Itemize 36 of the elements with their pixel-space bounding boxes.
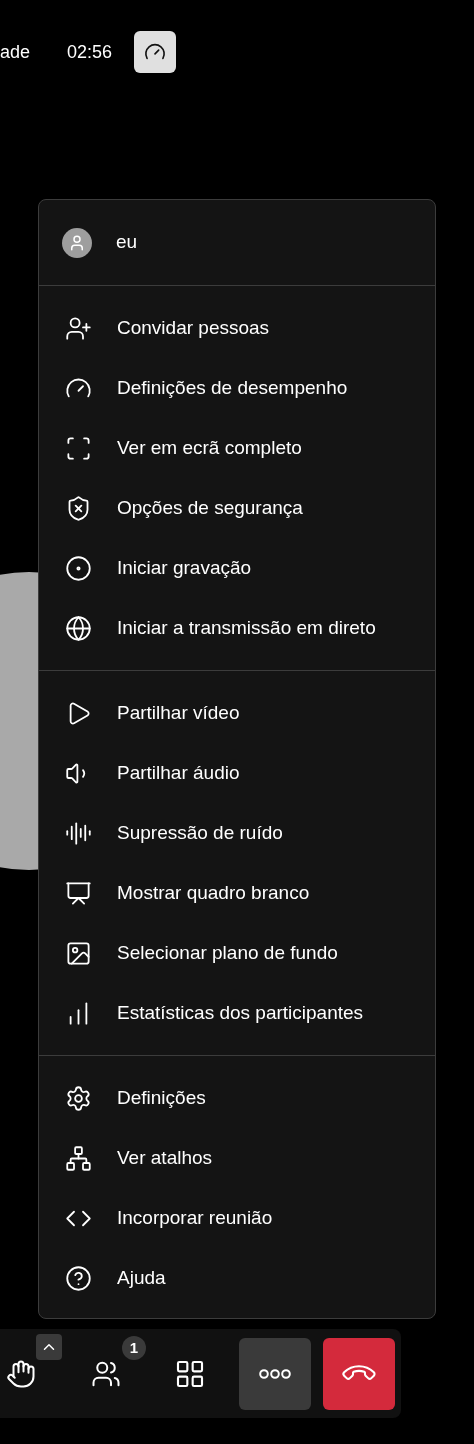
- menu-item[interactable]: Iniciar gravação: [39, 538, 435, 598]
- menu-item[interactable]: Mostrar quadro branco: [39, 863, 435, 923]
- menu-item[interactable]: Estatísticas dos participantes: [39, 983, 435, 1043]
- menu-item[interactable]: Definições de desempenho: [39, 358, 435, 418]
- status-label: ade: [0, 40, 32, 64]
- menu-item[interactable]: Ajuda: [39, 1248, 435, 1308]
- more-button[interactable]: [239, 1337, 311, 1410]
- settings-icon: [64, 1084, 92, 1112]
- shortcuts-icon: [64, 1144, 92, 1172]
- whiteboard-icon: [64, 879, 92, 907]
- hand-icon: [6, 1358, 36, 1389]
- performance-button[interactable]: [134, 31, 177, 73]
- menu-item[interactable]: Opções de segurança: [39, 478, 435, 538]
- menu-item[interactable]: Partilhar áudio: [39, 743, 435, 803]
- menu-item[interactable]: Ver atalhos: [39, 1128, 435, 1188]
- user-name: eu: [116, 230, 138, 255]
- user-row[interactable]: eu: [39, 200, 435, 285]
- menu-item[interactable]: Convidar pessoas: [39, 298, 435, 358]
- image-icon: [64, 939, 92, 967]
- globe-icon: [64, 614, 92, 642]
- fullscreen-icon: [64, 434, 92, 462]
- record-icon: [64, 554, 92, 582]
- expand-button[interactable]: [36, 1334, 62, 1360]
- menu-item[interactable]: Incorporar reunião: [39, 1188, 435, 1248]
- user-avatar-icon: [62, 227, 92, 258]
- menu-item[interactable]: Ver em ecrã completo: [39, 418, 435, 478]
- participants-count-badge: 1: [122, 1336, 146, 1360]
- menu-item[interactable]: Partilhar vídeo: [39, 683, 435, 743]
- menu-item[interactable]: Selecionar plano de fundo: [39, 923, 435, 983]
- help-icon: [64, 1264, 92, 1292]
- meeting-timer: 02:56: [67, 40, 113, 64]
- more-icon: [259, 1368, 291, 1379]
- menu-item[interactable]: Iniciar a transmissão em direto: [39, 598, 435, 658]
- menu-item[interactable]: Supressão de ruído: [39, 803, 435, 863]
- menu-item[interactable]: Definições: [39, 1068, 435, 1128]
- hang-up-button[interactable]: [323, 1337, 395, 1410]
